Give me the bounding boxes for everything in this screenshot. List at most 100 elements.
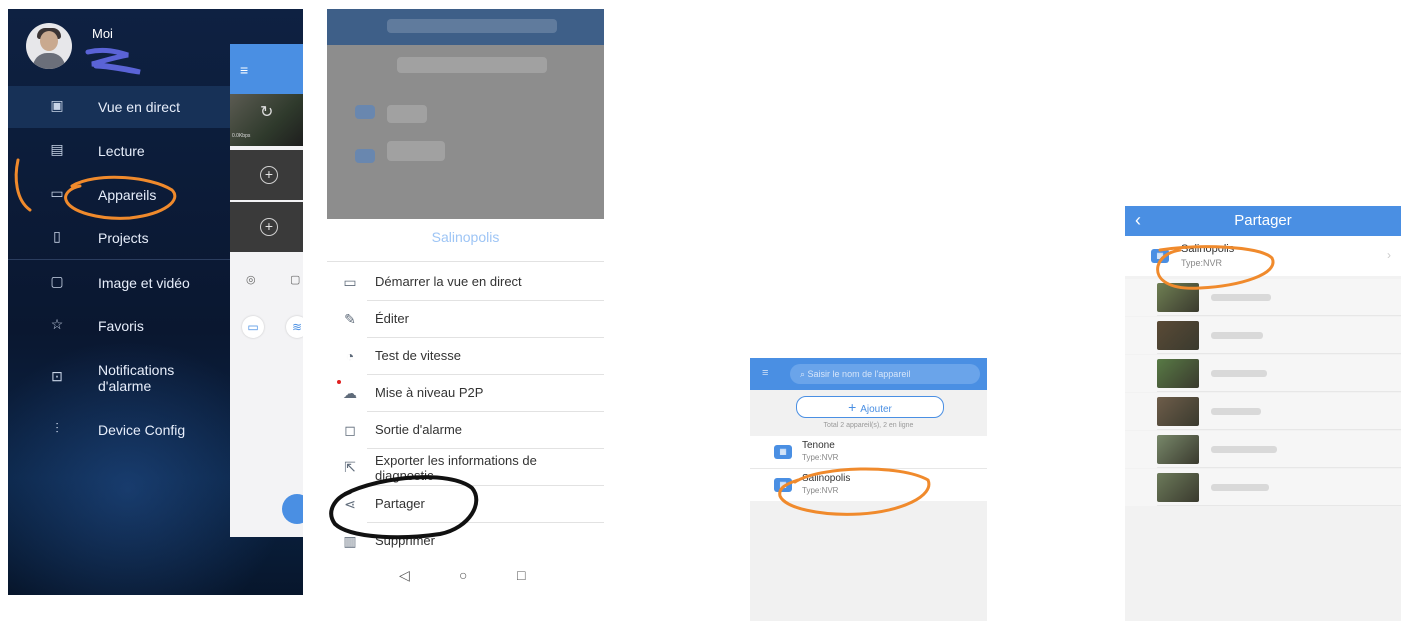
- document-icon: ▯: [53, 228, 61, 244]
- empty-slot[interactable]: +: [230, 202, 303, 252]
- menu-item-projects[interactable]: ▯ Projects: [8, 217, 230, 259]
- blurred-background: [327, 9, 604, 219]
- camera-row[interactable]: [1125, 431, 1401, 468]
- action-speed-test[interactable]: ◔ Test de vitesse: [327, 338, 604, 375]
- empty-slot[interactable]: +: [230, 150, 303, 200]
- add-device-button[interactable]: + Ajouter: [796, 396, 944, 418]
- live-view-peek-panel: ≡ ↻ 0.0Kbps + + ◎ ▢ ▭ ≋: [230, 44, 303, 537]
- device-name: Salinopolis: [1181, 243, 1235, 255]
- menu-item-label: Image et vidéo: [98, 275, 190, 291]
- menu-item-device-config[interactable]: ⫶ Device Config: [8, 409, 230, 451]
- camera-row[interactable]: [1125, 355, 1401, 392]
- device-actions-panel: Salinopolis ▭ Démarrer la vue en direct …: [327, 9, 604, 591]
- action-share[interactable]: ⋖ Partager: [327, 486, 604, 523]
- speed-icon: ◔: [345, 348, 355, 364]
- blurred-camera-name: [1211, 332, 1263, 339]
- action-p2p-upgrade[interactable]: ☁ Mise à niveau P2P: [327, 375, 604, 412]
- menu-item-label: Device Config: [98, 422, 186, 438]
- camera-thumbnail: [1157, 321, 1199, 350]
- menu-item-alarm-notifications[interactable]: ⊡ Notifications d'alarme: [8, 359, 230, 407]
- camera-thumbnail: [1157, 473, 1199, 502]
- trash-icon: ▥: [343, 533, 357, 549]
- device-row[interactable]: ▦ Tenone Type:NVR: [750, 436, 987, 468]
- plus-icon: +: [848, 399, 861, 415]
- side-menu-panel: Moi ▣ Vue en direct ▤ Lecture ▭ Appareil…: [8, 9, 303, 595]
- menu-item-playback[interactable]: ▤ Lecture: [8, 130, 230, 172]
- blurred-camera-name: [1211, 446, 1277, 453]
- add-label: Ajouter: [860, 404, 892, 415]
- menu-item-label: Favoris: [98, 318, 144, 334]
- device-title: Salinopolis: [431, 229, 500, 245]
- camera-row[interactable]: [1125, 393, 1401, 430]
- update-dot: [337, 380, 341, 384]
- action-start-live-view[interactable]: ▭ Démarrer la vue en direct: [327, 264, 604, 301]
- menu-item-label: Lecture: [98, 143, 145, 159]
- export-icon: ⇱: [344, 459, 356, 475]
- menu-item-label: Projects: [98, 230, 149, 246]
- menu-icon[interactable]: ≡: [762, 367, 768, 379]
- nvr-icon: ▦: [774, 445, 792, 459]
- camera-thumbnail: [1157, 283, 1199, 312]
- blurred-camera-name: [1211, 294, 1271, 301]
- add-icon: +: [260, 166, 278, 184]
- action-label: Éditer: [375, 311, 409, 326]
- menu-icon[interactable]: ≡: [240, 62, 248, 78]
- search-icon: ⌕: [800, 369, 808, 379]
- recents-nav-icon[interactable]: □: [517, 567, 525, 583]
- camera-row[interactable]: [1125, 279, 1401, 316]
- device-name: Tenone: [802, 440, 835, 451]
- bell-icon: ◻: [344, 422, 356, 438]
- star-icon: ☆: [50, 316, 64, 332]
- upload-cloud-icon: ☁: [343, 385, 357, 401]
- monitor-icon[interactable]: ▭: [242, 316, 264, 338]
- action-edit[interactable]: ✎ Éditer: [327, 301, 604, 338]
- window-icon[interactable]: ▢: [290, 273, 300, 286]
- camera-thumbnail: [1157, 397, 1199, 426]
- action-export-diagnostics[interactable]: ⇱ Exporter les informations de diagnosti…: [327, 449, 604, 486]
- action-label: Supprimer: [375, 533, 435, 548]
- menu-item-favorites[interactable]: ☆ Favoris: [8, 305, 230, 347]
- share-icon: ⋖: [344, 496, 356, 512]
- action-label: Test de vitesse: [375, 348, 461, 363]
- search-input[interactable]: ⌕ Saisir le nom de l'appareil: [790, 364, 980, 384]
- camera-row[interactable]: [1125, 469, 1401, 506]
- sliders-icon: ⫶: [55, 420, 59, 436]
- menu-divider: [8, 259, 230, 260]
- video-preview[interactable]: ↻ 0.0Kbps: [230, 94, 303, 146]
- avatar[interactable]: [26, 23, 72, 69]
- action-label: Démarrer la vue en direct: [375, 274, 522, 289]
- shared-device-row[interactable]: ▦ Salinopolis Type:NVR ›: [1125, 236, 1401, 276]
- bitrate-text: 0.0Kbps: [232, 133, 251, 139]
- folder-icon: ▢: [50, 273, 64, 289]
- menu-item-live-view[interactable]: ▣ Vue en direct: [8, 86, 230, 128]
- device-type: Type:NVR: [802, 453, 839, 462]
- action-alarm-output[interactable]: ◻ Sortie d'alarme: [327, 412, 604, 449]
- camera-row[interactable]: [1125, 317, 1401, 354]
- blurred-camera-name: [1211, 484, 1269, 491]
- nvr-icon: ▦: [774, 478, 792, 492]
- alarm-icon: ⊡: [51, 368, 63, 384]
- android-nav-bar: ◁ ○ □: [327, 561, 604, 591]
- device-row[interactable]: ▦ Salinopolis Type:NVR: [750, 469, 987, 501]
- device-type: Type:NVR: [1181, 258, 1223, 268]
- device-list-header: ≡ ⌕ Saisir le nom de l'appareil: [750, 358, 987, 390]
- floating-button[interactable]: [282, 494, 303, 524]
- add-icon: +: [260, 218, 278, 236]
- film-icon: ▤: [50, 141, 64, 157]
- device-name: Salinopolis: [802, 473, 851, 484]
- settings-icon[interactable]: ≋: [286, 316, 303, 338]
- menu-item-images-videos[interactable]: ▢ Image et vidéo: [8, 262, 230, 304]
- live-view-icon: ▣: [50, 97, 64, 113]
- action-delete[interactable]: ▥ Supprimer: [327, 523, 604, 560]
- back-nav-icon[interactable]: ◁: [399, 567, 410, 584]
- device-type: Type:NVR: [802, 486, 839, 495]
- nvr-icon: ▦: [1151, 249, 1169, 263]
- menu-item-devices[interactable]: ▭ Appareils: [8, 174, 230, 216]
- camera-icon[interactable]: ◎: [246, 273, 256, 286]
- action-label: Exporter les informations de diagnostic: [375, 453, 537, 483]
- device-list-panel: ≡ ⌕ Saisir le nom de l'appareil + Ajoute…: [750, 358, 987, 621]
- home-nav-icon[interactable]: ○: [459, 567, 467, 583]
- blurred-camera-name: [1211, 408, 1261, 415]
- monitor-icon: ▭: [343, 274, 357, 290]
- menu-item-label: Notifications d'alarme: [98, 362, 175, 394]
